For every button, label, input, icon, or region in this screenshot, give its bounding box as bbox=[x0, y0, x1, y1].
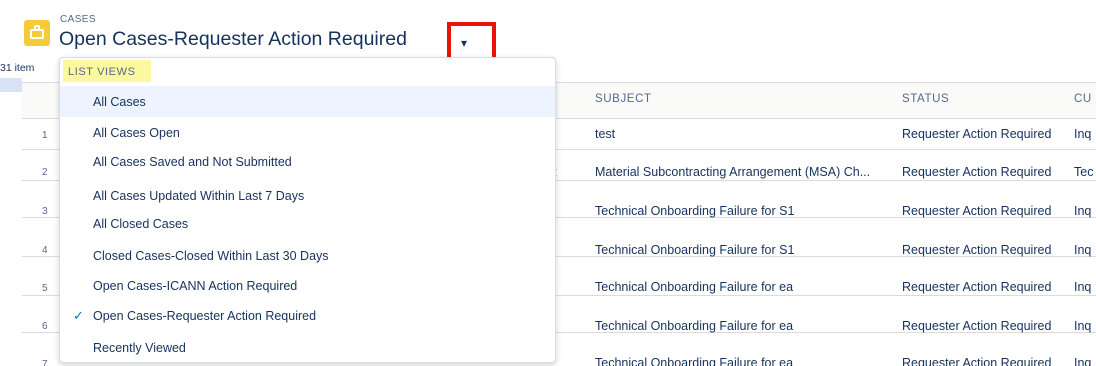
cell-status: Requester Action Required bbox=[902, 280, 1052, 294]
menu-item-requester-action-required[interactable]: ✓ Open Cases-Requester Action Required bbox=[60, 300, 555, 331]
row-number: 7 bbox=[42, 359, 48, 366]
menu-item-label: All Closed Cases bbox=[93, 217, 189, 231]
menu-item-label: All Cases bbox=[93, 95, 146, 109]
cell-cu: Inq bbox=[1074, 204, 1092, 218]
menu-item-label: Recently Viewed bbox=[93, 341, 186, 355]
menu-item-icann-action-required[interactable]: Open Cases-ICANN Action Required bbox=[60, 270, 555, 301]
row-selection-accent bbox=[0, 78, 22, 92]
briefcase-icon bbox=[30, 29, 44, 39]
cell-status: Requester Action Required bbox=[902, 319, 1052, 333]
menu-item-recently-viewed[interactable]: Recently Viewed bbox=[60, 332, 555, 363]
cell-subject[interactable]: Technical Onboarding Failure for ea bbox=[595, 356, 793, 366]
list-view-title[interactable]: Open Cases-Requester Action Required bbox=[59, 28, 407, 51]
row-number: 4 bbox=[42, 245, 48, 256]
cell-cu: Inq bbox=[1074, 127, 1092, 141]
menu-item-all-cases[interactable]: All Cases bbox=[60, 86, 555, 117]
row-number: 2 bbox=[42, 167, 48, 178]
menu-item-all-closed-cases[interactable]: All Closed Cases bbox=[60, 208, 555, 239]
cell-subject[interactable]: test bbox=[595, 127, 615, 141]
cell-subject[interactable]: Technical Onboarding Failure for ea bbox=[595, 280, 793, 294]
cell-subject[interactable]: Technical Onboarding Failure for S1 bbox=[595, 204, 794, 218]
cell-cu: Inq bbox=[1074, 356, 1092, 366]
cell-status: Requester Action Required bbox=[902, 165, 1052, 179]
menu-item-updated-last-7-days[interactable]: All Cases Updated Within Last 7 Days bbox=[60, 180, 555, 211]
cases-list-view-page: CASES Open Cases-Requester Action Requir… bbox=[0, 0, 1096, 366]
cell-status: Requester Action Required bbox=[902, 243, 1052, 257]
object-label: CASES bbox=[60, 14, 96, 25]
row-number: 5 bbox=[42, 283, 48, 294]
item-count: 31 item bbox=[0, 62, 35, 74]
cell-subject[interactable]: Technical Onboarding Failure for S1 bbox=[595, 243, 794, 257]
row-number: 1 bbox=[42, 130, 48, 141]
case-object-icon bbox=[24, 20, 50, 46]
row-number: 3 bbox=[42, 206, 48, 217]
column-header-status[interactable]: STATUS bbox=[902, 93, 949, 105]
cell-status: Requester Action Required bbox=[902, 204, 1052, 218]
cell-subject[interactable]: Technical Onboarding Failure for ea bbox=[595, 319, 793, 333]
menu-item-label: Closed Cases-Closed Within Last 30 Days bbox=[93, 249, 329, 263]
row-number: 6 bbox=[42, 321, 48, 332]
cell-subject[interactable]: Material Subcontracting Arrangement (MSA… bbox=[595, 165, 870, 179]
cell-cu: Inq bbox=[1074, 319, 1092, 333]
menu-item-label: Open Cases-ICANN Action Required bbox=[93, 279, 298, 293]
cell-status: Requester Action Required bbox=[902, 356, 1052, 366]
checkmark-icon: ✓ bbox=[73, 308, 84, 323]
menu-item-all-cases-open[interactable]: All Cases Open bbox=[60, 117, 555, 148]
cell-cu: Inq bbox=[1074, 280, 1092, 294]
menu-item-label: All Cases Open bbox=[93, 126, 180, 140]
cell-status: Requester Action Required bbox=[902, 127, 1052, 141]
cell-cu: Tec bbox=[1074, 165, 1094, 179]
menu-item-label: Open Cases-Requester Action Required bbox=[93, 309, 317, 323]
column-header-subject[interactable]: SUBJECT bbox=[595, 93, 652, 105]
menu-item-closed-last-30-days[interactable]: Closed Cases-Closed Within Last 30 Days bbox=[60, 240, 555, 271]
menu-item-label: All Cases Updated Within Last 7 Days bbox=[93, 189, 305, 203]
menu-item-label: All Cases Saved and Not Submitted bbox=[93, 155, 292, 169]
cell-cu: Inq bbox=[1074, 243, 1092, 257]
column-header-cu[interactable]: CU bbox=[1074, 93, 1092, 105]
list-views-heading: LIST VIEWS bbox=[68, 66, 136, 78]
menu-item-saved-not-submitted[interactable]: All Cases Saved and Not Submitted bbox=[60, 146, 555, 177]
